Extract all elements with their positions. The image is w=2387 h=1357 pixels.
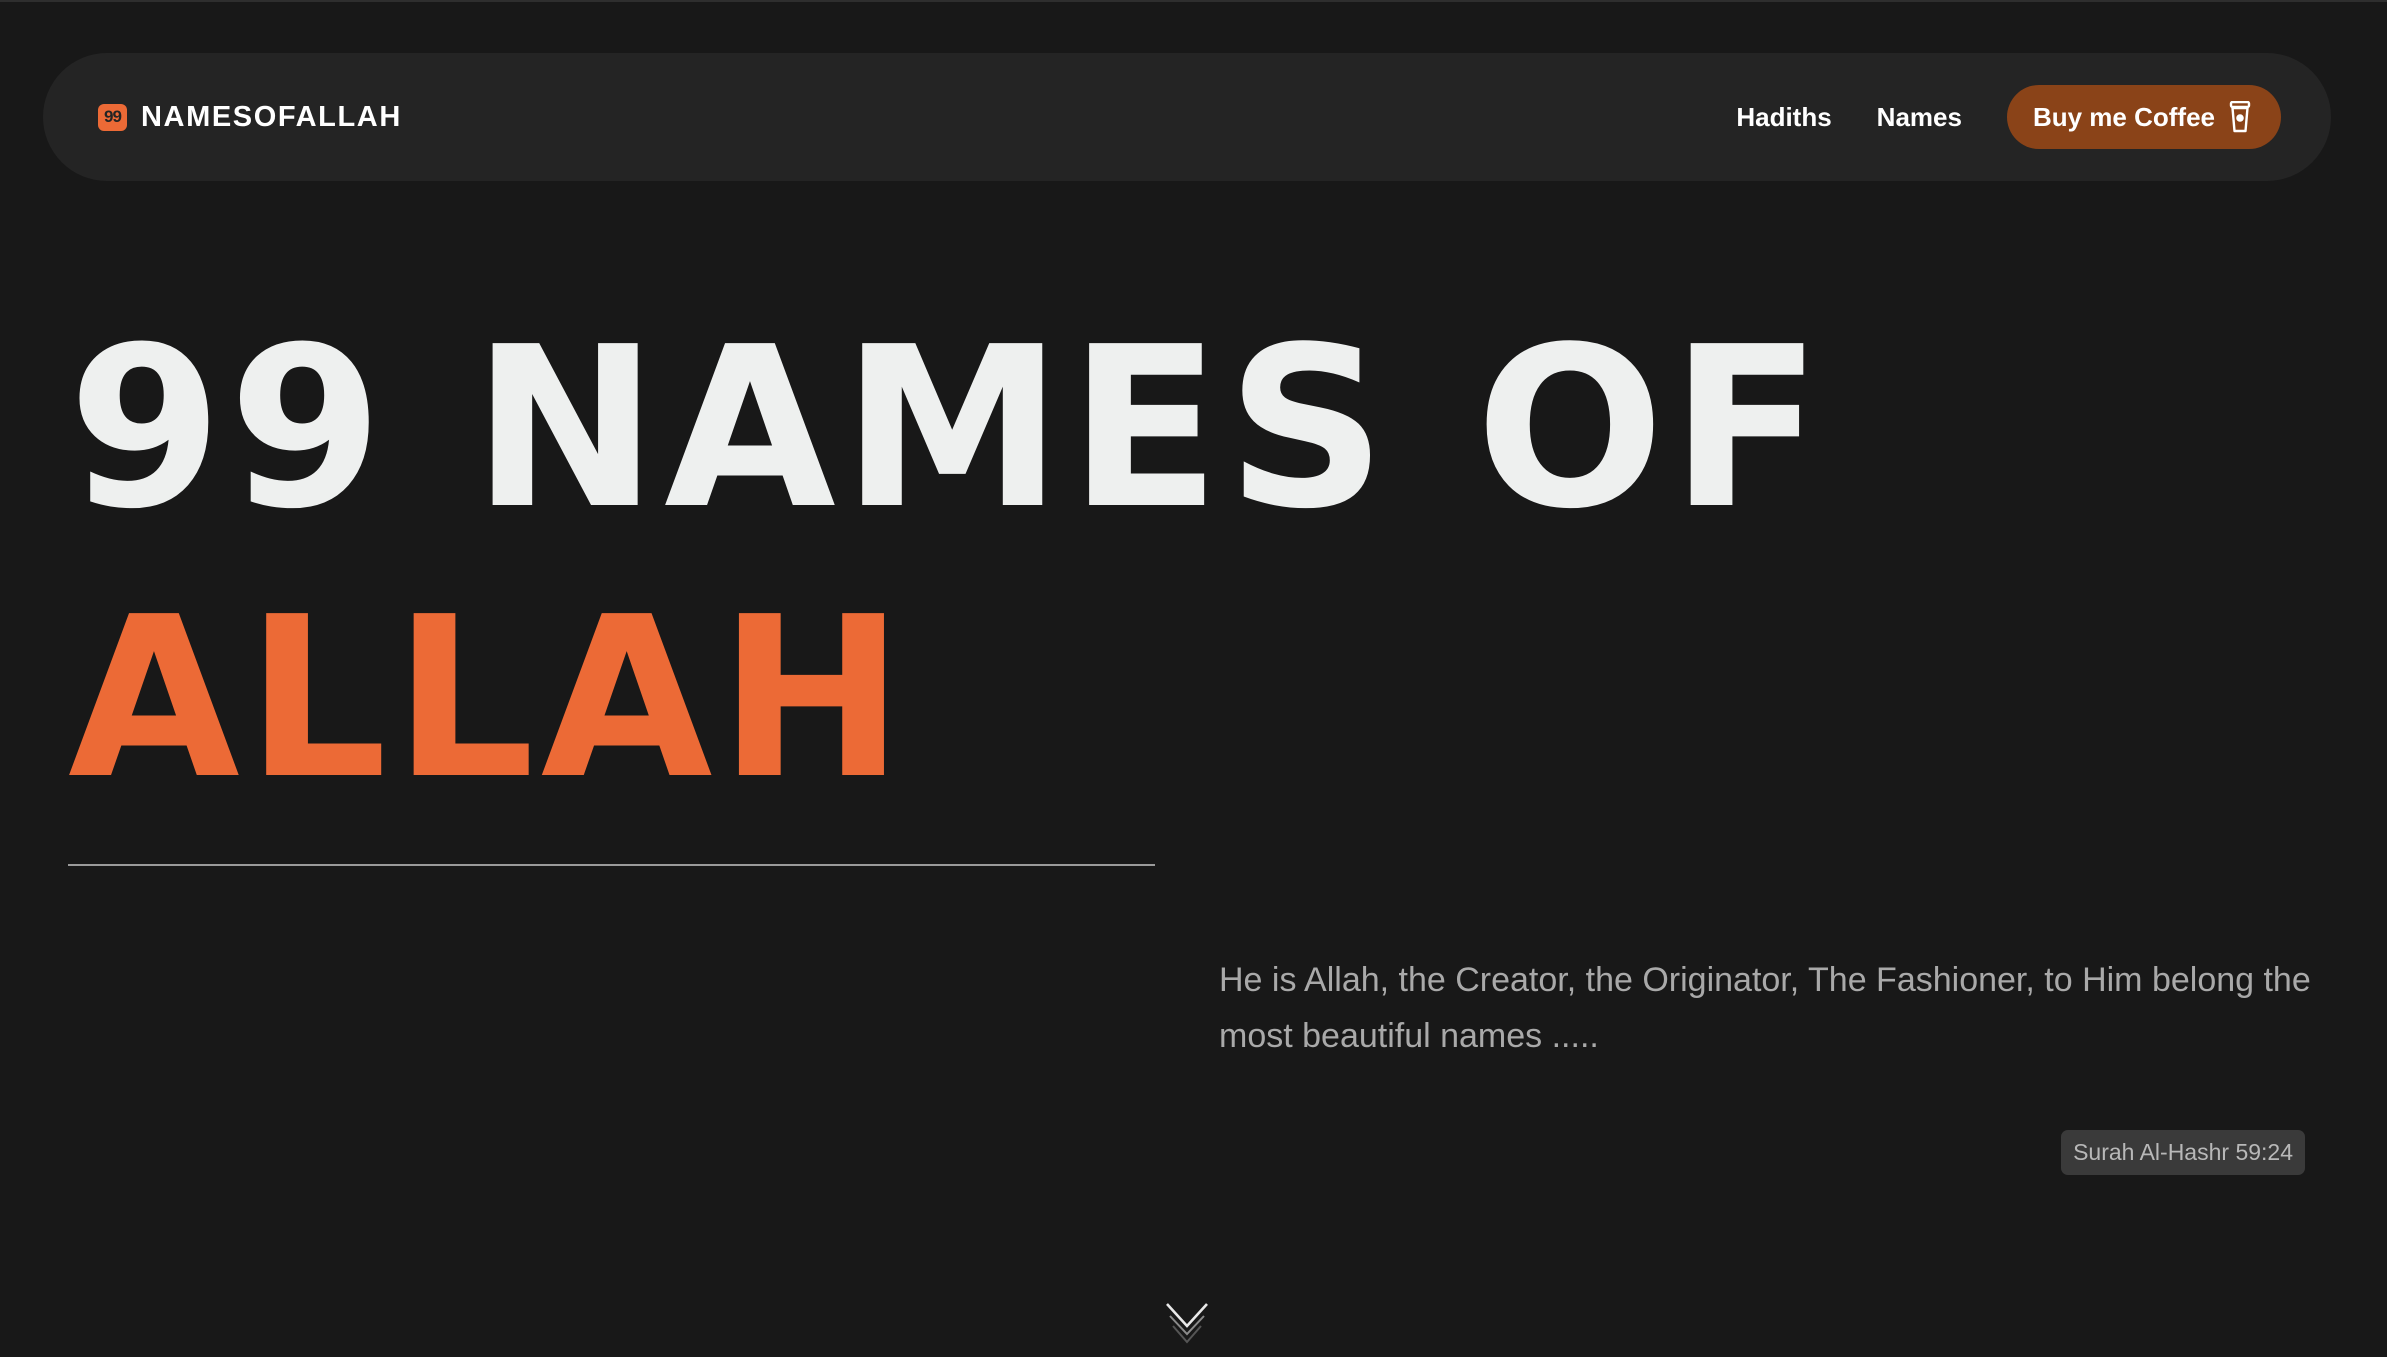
chevron-down-icon[interactable] bbox=[1164, 1300, 1210, 1352]
nav-link-names[interactable]: Names bbox=[1877, 102, 1962, 133]
nav-links: Hadiths Names Buy me Coffee bbox=[1736, 85, 2281, 149]
hero-title-line-2: ALLAH bbox=[68, 570, 911, 828]
brand-icon-glyph: 99 bbox=[104, 106, 122, 126]
coffee-cup-icon bbox=[2229, 101, 2251, 133]
buy-me-coffee-label: Buy me Coffee bbox=[2032, 101, 2215, 132]
quote-source-badge: Surah Al-Hashr 59:24 bbox=[2061, 1130, 2305, 1175]
navbar: 99 NAMESOFALLAH Hadiths Names Buy me Cof… bbox=[43, 53, 2331, 181]
hero-divider bbox=[68, 864, 1155, 866]
nav-link-hadiths[interactable]: Hadiths bbox=[1736, 102, 1831, 133]
brand-name: NAMESOFALLAH bbox=[141, 100, 402, 133]
quote-text: He is Allah, the Creator, the Originator… bbox=[1219, 961, 2311, 1055]
brand-logo-link[interactable]: 99 NAMESOFALLAH bbox=[98, 101, 402, 134]
quote-logo-icon: 99 bbox=[98, 103, 127, 131]
buy-me-coffee-button[interactable]: Buy me Coffee bbox=[2006, 85, 2281, 149]
page: 99 NAMESOFALLAH Hadiths Names Buy me Cof… bbox=[0, 0, 2387, 1357]
hero-title-line-1: 99 NAMES OF bbox=[68, 300, 1828, 558]
